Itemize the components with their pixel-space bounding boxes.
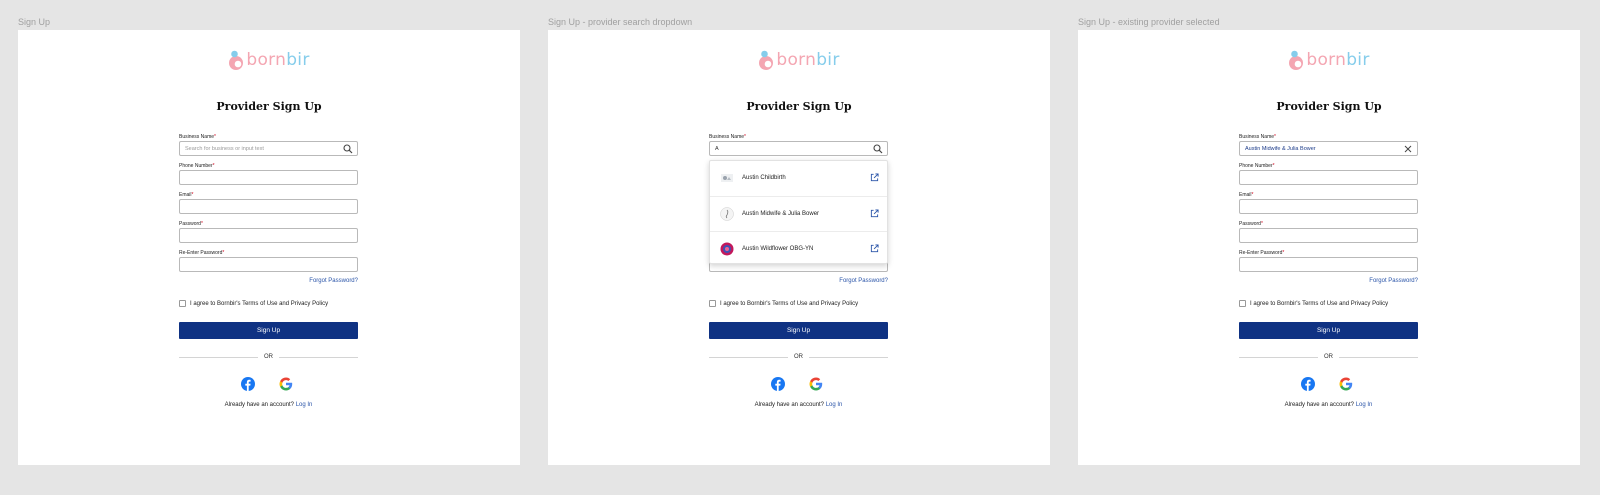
bornbir-logo: bornbir [548, 49, 1050, 71]
business-name-label: Business Name* [709, 134, 746, 140]
business-name-value: A [715, 145, 719, 152]
page-title: Provider Sign Up [1276, 100, 1382, 113]
terms-checkbox[interactable] [709, 300, 716, 307]
email-field[interactable] [179, 199, 358, 214]
sign-up-button[interactable]: Sign Up [1239, 322, 1418, 339]
business-name-label: Business Name* [179, 134, 216, 140]
page-title: Provider Sign Up [746, 100, 852, 113]
external-link-icon[interactable] [870, 244, 879, 253]
wildflower-logo-icon [720, 242, 734, 256]
or-divider: OR [179, 353, 358, 361]
reenter-password-field[interactable] [179, 257, 358, 272]
search-icon[interactable] [343, 144, 353, 154]
provider-option[interactable]: Austin Wildflower OBG-YN [710, 231, 887, 265]
phone-number-label: Phone Number* [179, 163, 215, 169]
password-field[interactable] [179, 228, 358, 243]
facebook-icon[interactable] [1301, 377, 1315, 391]
social-login [1239, 377, 1418, 393]
business-name-field[interactable]: A [709, 141, 888, 156]
logo-text-born: born [776, 50, 817, 70]
password-label: Password* [179, 221, 203, 227]
terms-agreement: I agree to Bornbir's Terms of Use and Pr… [709, 300, 858, 307]
email-field[interactable] [1239, 199, 1418, 214]
terms-agreement: I agree to Bornbir's Terms of Use and Pr… [1239, 300, 1388, 307]
google-icon[interactable] [279, 377, 293, 391]
page-title: Provider Sign Up [216, 100, 322, 113]
logo-text-bir: bir [286, 50, 310, 70]
sign-up-button[interactable]: Sign Up [709, 322, 888, 339]
login-prompt: Already have an account? Log In [224, 402, 313, 408]
google-icon[interactable] [809, 377, 823, 391]
logo-text-born: born [1306, 50, 1347, 70]
logo-text-bir: bir [816, 50, 840, 70]
log-in-link[interactable]: Log In [296, 402, 313, 408]
search-icon[interactable] [873, 144, 883, 154]
signup-frame-selected: bornbir Provider Sign Up Business Name* … [1078, 30, 1580, 465]
provider-option[interactable]: Austin Midwife & Julia Bower [710, 196, 887, 230]
logo-text-born: born [246, 50, 287, 70]
email-label: Email* [179, 192, 194, 198]
or-divider: OR [709, 353, 888, 361]
google-icon[interactable] [1339, 377, 1353, 391]
phone-number-field[interactable] [1239, 170, 1418, 185]
forgot-password-link[interactable]: Forgot Password? [839, 278, 888, 284]
email-label: Email* [1239, 192, 1254, 198]
reenter-password-label: Re-Enter Password* [179, 250, 225, 256]
business-name-field[interactable]: Austin Midwife & Julia Bower [1239, 141, 1418, 156]
business-name-value: Austin Midwife & Julia Bower [1245, 145, 1316, 152]
password-field[interactable] [1239, 228, 1418, 243]
external-link-icon[interactable] [870, 173, 879, 182]
log-in-link[interactable]: Log In [826, 402, 843, 408]
clear-icon[interactable] [1403, 144, 1413, 154]
social-login [179, 377, 358, 393]
reenter-password-label: Re-Enter Password* [1239, 250, 1285, 256]
bornbir-logo: bornbir [18, 49, 520, 71]
provider-search-dropdown: Austin Childbirth Austin Midwife & Julia … [709, 160, 888, 264]
forgot-password-link[interactable]: Forgot Password? [309, 278, 358, 284]
phone-number-label: Phone Number* [1239, 163, 1275, 169]
frame-label-2: Sign Up - provider search dropdown [548, 17, 693, 27]
log-in-link[interactable]: Log In [1356, 402, 1373, 408]
facebook-icon[interactable] [771, 377, 785, 391]
midwife-logo-icon [720, 206, 734, 221]
bornbir-logo: bornbir [1078, 49, 1580, 71]
frame-label-1: Sign Up [18, 17, 51, 27]
childbirth-logo-icon [720, 171, 734, 185]
terms-label: I agree to Bornbir's Terms of Use and Pr… [1250, 300, 1389, 307]
provider-option[interactable]: Austin Childbirth [710, 161, 887, 195]
signup-frame-dropdown: bornbir Provider Sign Up Business Name* … [548, 30, 1050, 465]
reenter-password-field[interactable] [1239, 257, 1418, 272]
terms-label: I agree to Bornbir's Terms of Use and Pr… [720, 300, 859, 307]
terms-checkbox[interactable] [1239, 300, 1246, 307]
terms-label: I agree to Bornbir's Terms of Use and Pr… [190, 300, 329, 307]
signup-frame-default: bornbir Provider Sign Up Business Name* … [18, 30, 520, 465]
forgot-password-link[interactable]: Forgot Password? [1369, 278, 1418, 284]
business-name-label: Business Name* [1239, 134, 1276, 140]
logo-text-bir: bir [1346, 50, 1370, 70]
password-label: Password* [1239, 221, 1263, 227]
logo-mark-icon [229, 50, 244, 70]
facebook-icon[interactable] [241, 377, 255, 391]
or-divider: OR [1239, 353, 1418, 361]
provider-option-name: Austin Wildflower OBG-YN [742, 245, 814, 252]
business-name-value: Search for business or input text [185, 145, 264, 152]
login-prompt: Already have an account? Log In [754, 402, 843, 408]
terms-agreement: I agree to Bornbir's Terms of Use and Pr… [179, 300, 328, 307]
logo-mark-icon [1289, 50, 1304, 70]
sign-up-button[interactable]: Sign Up [179, 322, 358, 339]
business-name-field[interactable]: Search for business or input text [179, 141, 358, 156]
terms-checkbox[interactable] [179, 300, 186, 307]
external-link-icon[interactable] [870, 209, 879, 218]
provider-option-name: Austin Midwife & Julia Bower [742, 210, 820, 217]
login-prompt: Already have an account? Log In [1284, 402, 1373, 408]
frame-label-3: Sign Up - existing provider selected [1078, 17, 1220, 27]
social-login [709, 377, 888, 393]
phone-number-field[interactable] [179, 170, 358, 185]
provider-option-name: Austin Childbirth [742, 175, 786, 181]
logo-mark-icon [759, 50, 774, 70]
